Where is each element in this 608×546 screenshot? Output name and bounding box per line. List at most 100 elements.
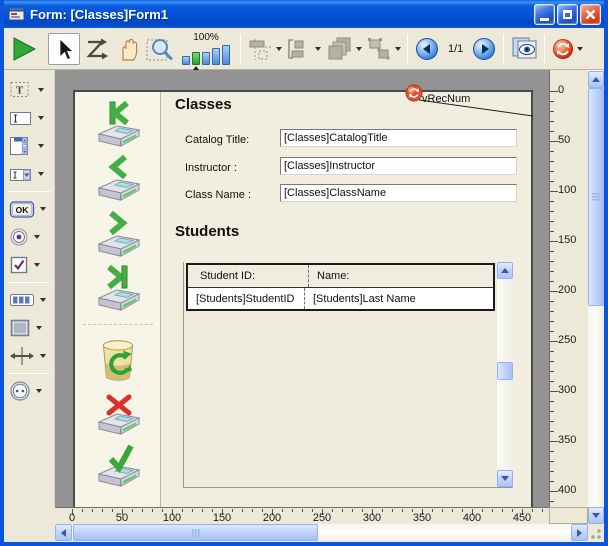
ruler-label: 350 <box>558 434 576 446</box>
zoom-level-widget[interactable]: 100% <box>182 32 230 65</box>
scroll-left-button[interactable] <box>55 524 72 541</box>
save-record-button[interactable] <box>89 444 147 490</box>
rectangle-tool-button[interactable] <box>4 314 54 342</box>
previous-page-button[interactable] <box>416 38 438 60</box>
ruler-tick <box>550 311 554 312</box>
class-name-field[interactable]: [Classes]ClassName <box>280 184 517 202</box>
ruler-tick <box>112 509 113 512</box>
chevron-down-icon <box>395 47 401 51</box>
combo-box-tool-icon <box>9 165 33 183</box>
ellipse-tool-button[interactable] <box>4 377 54 405</box>
next-page-button[interactable] <box>473 38 495 60</box>
ruler-label: 50 <box>558 134 570 146</box>
delete-record-button[interactable] <box>93 336 143 386</box>
students-table[interactable]: Student ID: Name: [Students]StudentID [S… <box>186 263 495 311</box>
ruler-tick <box>550 141 558 142</box>
maximize-icon <box>563 10 572 19</box>
rectangle-tool-icon <box>9 318 31 338</box>
ruler-tick <box>242 509 243 512</box>
next-record-icon <box>89 210 147 260</box>
last-record-button[interactable] <box>89 264 147 314</box>
chevron-down-icon <box>501 476 509 481</box>
chevron-down-icon <box>38 88 44 92</box>
field-label[interactable]: Instructor : <box>185 159 237 177</box>
ruler-tick <box>550 411 554 412</box>
tab-order-tool-button[interactable] <box>80 33 112 65</box>
button-tool-button[interactable]: OK <box>4 195 54 223</box>
scrollbar-thumb[interactable] <box>73 524 318 541</box>
scroll-right-button[interactable] <box>571 524 588 541</box>
radio-button-tool-button[interactable] <box>4 223 54 251</box>
first-record-button[interactable] <box>89 100 147 150</box>
ruler-tick <box>550 271 554 272</box>
cancel-record-button[interactable] <box>89 394 147 438</box>
horizontal-scrollbar[interactable] <box>55 524 588 542</box>
ruler-tick <box>550 461 554 462</box>
label-tool-button[interactable]: T <box>4 76 54 104</box>
students-heading[interactable]: Students <box>175 223 239 240</box>
chevron-left-icon <box>61 529 66 537</box>
student-id-cell[interactable]: [Students]StudentID <box>188 293 304 305</box>
select-tool-button[interactable] <box>48 33 80 65</box>
recnum-object[interactable]: vRecNum <box>405 84 535 124</box>
text-field-tool-button[interactable] <box>4 104 54 132</box>
catalog-title-field[interactable]: [Classes]CatalogTitle <box>280 129 517 147</box>
browse-scrollbar[interactable] <box>497 262 514 487</box>
run-form-button[interactable] <box>8 33 40 65</box>
refresh-button[interactable] <box>552 38 583 60</box>
close-icon <box>585 9 596 20</box>
ruler-tick <box>550 301 554 302</box>
first-record-icon <box>89 100 147 150</box>
chevron-up-icon <box>592 77 600 82</box>
close-button[interactable] <box>580 4 601 25</box>
field-label[interactable]: Catalog Title: <box>185 131 249 149</box>
chevron-down-icon <box>276 47 282 51</box>
scrollbar-thumb[interactable] <box>497 362 513 380</box>
play-icon <box>11 36 37 62</box>
students-browse-region[interactable]: Student ID: Name: [Students]StudentID [S… <box>183 262 513 488</box>
ruler-tick <box>542 509 543 512</box>
alignment-menu-button[interactable] <box>247 37 282 61</box>
last-name-cell[interactable]: [Students]Last Name <box>304 288 493 309</box>
combo-box-tool-button[interactable] <box>4 160 54 188</box>
value-bar-tool-button[interactable] <box>4 286 54 314</box>
zoom-tool-button[interactable] <box>144 33 176 65</box>
ruler-tick <box>92 509 93 512</box>
minimize-button[interactable] <box>534 4 555 25</box>
vertical-scrollbar[interactable] <box>588 70 604 507</box>
ruler-tick <box>550 121 554 122</box>
arrange-layers-menu-button[interactable] <box>325 36 362 62</box>
layout-menu-button[interactable] <box>286 37 321 61</box>
list-box-tool-button[interactable] <box>4 132 54 160</box>
radio-button-tool-icon <box>9 227 29 247</box>
magnifier-icon <box>146 36 174 62</box>
ruler-label: 400 <box>463 512 481 524</box>
resize-icon <box>366 37 392 61</box>
line-tool-button[interactable] <box>4 342 54 370</box>
design-canvas[interactable]: Classes vRecNum <box>55 70 549 507</box>
scroll-up-button[interactable] <box>497 262 513 279</box>
pan-tool-button[interactable] <box>112 33 144 65</box>
resize-menu-button[interactable] <box>366 37 401 61</box>
maximize-button[interactable] <box>557 4 578 25</box>
scroll-down-button[interactable] <box>497 470 513 487</box>
resize-grip[interactable] <box>588 524 604 542</box>
layers-icon <box>325 36 353 62</box>
field-label[interactable]: Class Name : <box>185 186 251 204</box>
check-box-tool-button[interactable] <box>4 251 54 279</box>
print-preview-button[interactable] <box>508 33 540 65</box>
tab-order-icon <box>83 36 110 62</box>
next-record-button[interactable] <box>89 210 147 260</box>
scrollbar-thumb[interactable] <box>588 88 604 306</box>
table-row[interactable]: [Students]StudentID [Students]Last Name <box>188 287 493 309</box>
previous-record-button[interactable] <box>89 154 147 204</box>
scroll-up-button[interactable] <box>588 71 604 88</box>
classes-heading[interactable]: Classes <box>175 96 232 113</box>
chevron-up-icon <box>501 268 509 273</box>
form-design-surface[interactable]: Classes vRecNum <box>73 90 533 507</box>
ruler-tick <box>550 111 554 112</box>
page-indicator: 1/1 <box>448 43 463 55</box>
scroll-down-button[interactable] <box>588 507 604 524</box>
chevron-down-icon <box>315 47 321 51</box>
instructor-field[interactable]: [Classes]Instructor <box>280 157 517 175</box>
